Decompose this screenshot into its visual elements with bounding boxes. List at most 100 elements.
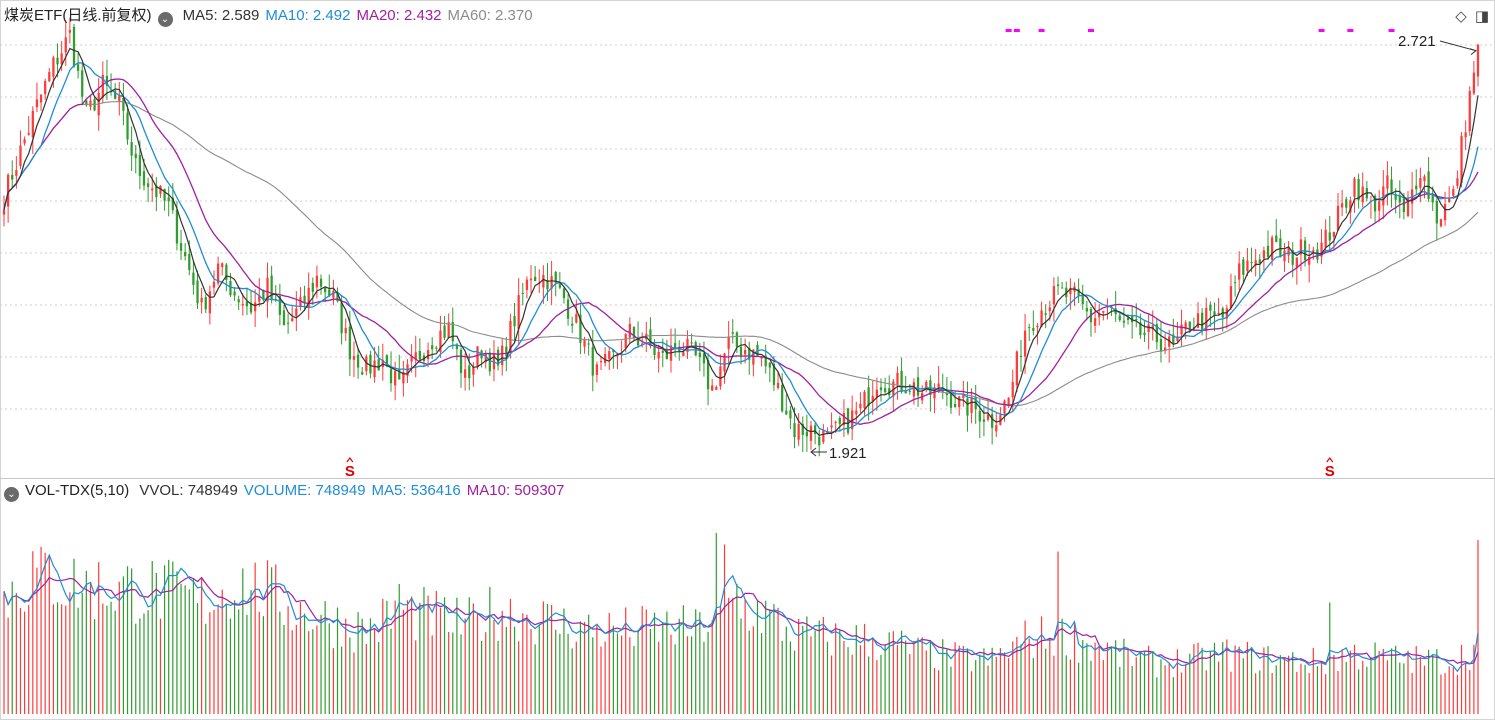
price-panel-header: 煤炭ETF(日线.前复权) ⌄ MA5: 2.589 MA10: 2.492 MA20… [4, 6, 545, 27]
candle-body [138, 154, 142, 176]
candle-body [628, 323, 631, 338]
candle-body [912, 382, 916, 397]
candle-body [1028, 327, 1031, 329]
candle-body [1324, 229, 1327, 248]
candle-body [1312, 250, 1315, 252]
candle-body [311, 282, 314, 292]
candle-body [558, 284, 561, 288]
candle-body [542, 274, 545, 288]
candle-body [1233, 282, 1237, 284]
candle-body [711, 385, 714, 391]
candle-body [356, 354, 360, 368]
ma-label-0: MA5: 2.589 [182, 7, 260, 24]
candle-body [1102, 310, 1105, 313]
candle-body [1353, 178, 1356, 198]
vol-label-3: MA10: 509307 [466, 482, 565, 499]
candle-body [1007, 397, 1010, 405]
candle-body [52, 57, 55, 77]
sell-signal-caret [346, 457, 354, 463]
candle-body [361, 372, 364, 375]
collapse-circle-icon[interactable]: ⌄ [157, 12, 173, 27]
signal-dash [1087, 29, 1094, 32]
candle-body [344, 327, 347, 334]
candle-body [1340, 203, 1344, 208]
candle-body [19, 145, 22, 166]
candle-body [830, 425, 833, 428]
candle-body [286, 322, 290, 324]
candle-body [1452, 189, 1455, 196]
candle-body [1015, 351, 1018, 386]
candle-body [435, 347, 438, 349]
candle-body [925, 381, 928, 389]
candle-body [1468, 90, 1471, 132]
candle-body [525, 279, 529, 290]
candle-body [1472, 72, 1476, 94]
candle-body [315, 275, 319, 288]
candle-body [958, 396, 961, 408]
candle-body [1456, 178, 1459, 186]
candle-body [1056, 284, 1060, 287]
candle-body [781, 384, 784, 412]
candle-body [1209, 304, 1212, 311]
sell-signal-caret [1326, 457, 1334, 463]
candle-body [15, 170, 18, 176]
high-price-label: 2.721 [1398, 33, 1436, 50]
candle-body [978, 410, 981, 422]
candle-body [867, 387, 870, 406]
diamond-icon[interactable]: ◇ [1455, 8, 1467, 25]
candle-body [175, 209, 179, 244]
panel-toggle-icon[interactable]: ◨ [1475, 8, 1489, 25]
candle-body [624, 334, 627, 349]
candle-body [1464, 132, 1467, 138]
candle-body [657, 351, 660, 359]
candlestick-series [2, 17, 1480, 457]
candle-body [200, 297, 203, 303]
candle-body [834, 421, 837, 423]
candle-body [196, 280, 199, 304]
candle-body [1415, 185, 1418, 190]
candle-body [595, 364, 599, 375]
candle-body [970, 397, 973, 413]
price-gridlines [0, 44, 1495, 410]
candle-body [319, 278, 323, 287]
candle-body [809, 425, 813, 441]
candle-body [966, 398, 969, 416]
candle-body [1246, 260, 1249, 272]
candle-body [883, 388, 887, 393]
candle-body [472, 367, 475, 375]
candle-body [916, 377, 920, 396]
candle-body [48, 72, 51, 82]
candle-body [855, 410, 858, 415]
candle-body [1328, 232, 1331, 241]
candle-body [1258, 259, 1261, 264]
kline-chart[interactable]: S S 2.721 1.921 [0, 0, 1495, 720]
candle-body [476, 346, 479, 368]
candle-body [1201, 312, 1204, 330]
collapse-circle-icon[interactable]: ⌄ [4, 487, 19, 502]
candle-body [521, 292, 524, 294]
signal-dash [1388, 29, 1395, 32]
candle-body [1052, 286, 1056, 305]
candle-body [793, 423, 796, 438]
candle-body [682, 352, 685, 357]
candle-body [237, 299, 240, 303]
vol-label-1: VOLUME: 748949 [243, 482, 366, 499]
signal-dash [1005, 29, 1012, 32]
candle-body [743, 350, 747, 355]
candle-body [591, 347, 594, 376]
candle-body [1217, 313, 1220, 315]
candle-body [468, 365, 471, 379]
candle-body [56, 57, 59, 65]
candle-body [1336, 205, 1340, 231]
volume-bars [3, 532, 1479, 714]
candle-body [1032, 327, 1035, 331]
candle-body [1122, 320, 1126, 323]
candle-body [735, 332, 739, 347]
candle-body [2, 209, 6, 215]
candle-body [431, 345, 434, 350]
signal-dash [1013, 29, 1020, 32]
candle-body [126, 112, 129, 140]
candle-body [1213, 311, 1216, 315]
candle-body [146, 183, 150, 187]
candle-body [1048, 307, 1051, 312]
